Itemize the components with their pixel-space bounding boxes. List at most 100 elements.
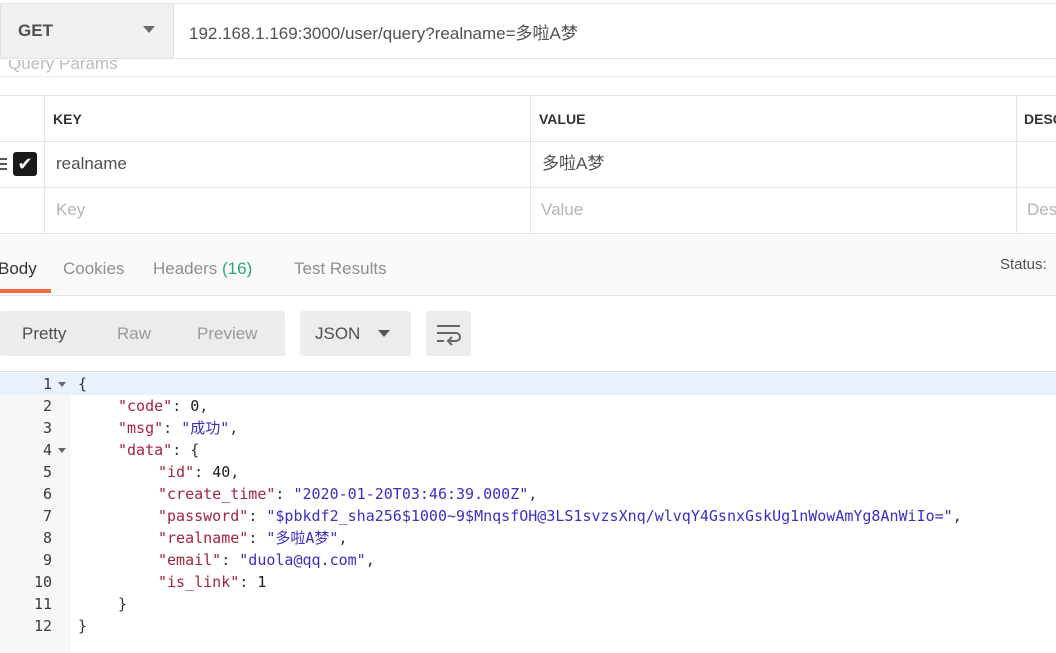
json-punctuation: :: [221, 551, 240, 569]
fold-toggle-icon[interactable]: [58, 448, 66, 453]
tab-test-results[interactable]: Test Results: [294, 259, 387, 279]
code-text: "id": 40,: [158, 461, 239, 483]
json-punctuation: }: [78, 617, 88, 635]
tab-headers[interactable]: Headers (16): [153, 259, 252, 279]
json-key: "realname": [158, 529, 249, 547]
new-description-input[interactable]: Des: [1027, 187, 1056, 233]
request-bar: GET 192.168.1.169:3000/user/query?realna…: [0, 0, 1056, 62]
divider: [530, 95, 531, 234]
new-value-input[interactable]: Value: [541, 187, 583, 233]
code-text: "email": "duola@qq.com",: [158, 549, 375, 571]
response-tabs: Body Cookies Headers (16) Test Results S…: [0, 234, 1056, 296]
json-string: "duola@qq.com": [239, 551, 366, 569]
view-mode-group: Pretty Raw Preview: [0, 311, 285, 356]
divider: [1016, 95, 1017, 234]
column-header-value: VALUE: [539, 111, 586, 127]
divider: [0, 187, 1056, 188]
drag-handle-icon[interactable]: [0, 158, 7, 173]
wrap-lines-icon: [437, 325, 461, 346]
format-label: JSON: [315, 324, 361, 343]
code-text: "realname": "多啦A梦",: [158, 527, 348, 549]
line-number: 9: [42, 551, 52, 569]
json-key: "data": [118, 441, 173, 459]
param-enabled-checkbox[interactable]: ✔: [13, 152, 37, 176]
line-number: 12: [33, 617, 52, 635]
response-body-editor[interactable]: 1{ 2 "code": 0, 3 "msg": "成功", 4 "data": {5 "id…: [0, 371, 1056, 653]
query-params-label: Query Params: [8, 60, 118, 73]
json-number: 40: [212, 463, 231, 481]
line-number: 2: [42, 397, 52, 415]
new-key-input[interactable]: Key: [56, 187, 85, 233]
json-punctuation: :: [239, 573, 258, 591]
line-number: 10: [33, 573, 52, 591]
pretty-button[interactable]: Pretty: [22, 311, 66, 356]
json-number: 1: [257, 573, 267, 591]
json-punctuation: :: [172, 397, 191, 415]
chevron-down-icon: [143, 26, 155, 33]
json-punctuation: :: [194, 463, 213, 481]
code-line: 9 "email": "duola@qq.com",: [0, 549, 1056, 571]
url-input[interactable]: 192.168.1.169:3000/user/query?realname=多…: [174, 3, 1056, 59]
line-number: 3: [42, 419, 52, 437]
code-line: 8 "realname": "多啦A梦",: [0, 527, 1056, 549]
json-punctuation: ,: [338, 529, 348, 547]
json-key: "msg": [118, 419, 164, 437]
json-punctuation: ,: [230, 463, 240, 481]
json-punctuation: :: [248, 529, 267, 547]
json-key: "is_link": [158, 573, 240, 591]
status-label: Status:: [1000, 256, 1047, 273]
json-punctuation: ,: [229, 419, 239, 437]
column-header-description: DESC: [1024, 111, 1056, 127]
method-label: GET: [18, 21, 53, 40]
line-number: 8: [42, 529, 52, 547]
code-text: }: [118, 593, 127, 615]
preview-button[interactable]: Preview: [197, 311, 257, 356]
code-line: 5 "id": 40,: [0, 461, 1056, 483]
format-select[interactable]: JSON: [300, 311, 411, 356]
code-text: }: [78, 615, 87, 637]
json-punctuation: :: [163, 419, 182, 437]
json-punctuation: ,: [528, 485, 538, 503]
json-punctuation: :: [275, 485, 294, 503]
divider: [44, 95, 45, 234]
raw-button[interactable]: Raw: [117, 311, 151, 356]
params-table: KEY VALUE DESC ✔ realname 多啦A梦 Key Value…: [0, 95, 1056, 234]
json-number: 0: [190, 397, 200, 415]
json-punctuation: {: [78, 375, 88, 393]
json-string: "多啦A梦": [266, 529, 339, 547]
json-punctuation: :: [248, 507, 267, 525]
line-number: 7: [42, 507, 52, 525]
method-select[interactable]: GET: [0, 3, 174, 59]
json-key: "create_time": [158, 485, 276, 503]
divider: [0, 76, 1056, 77]
active-tab-indicator: [0, 289, 51, 293]
code-line: 12}: [0, 615, 1056, 637]
code-line: 7 "password": "$pbkdf2_sha256$1000~9$Mnqs…: [0, 505, 1056, 527]
divider: [0, 95, 1056, 96]
line-number: 11: [33, 595, 52, 613]
code-line: 1{: [0, 373, 1056, 395]
json-punctuation: ,: [199, 397, 209, 415]
code-line: 11}: [0, 593, 1056, 615]
chevron-down-icon: [378, 330, 390, 337]
json-key: "email": [158, 551, 222, 569]
param-key-cell[interactable]: realname: [56, 141, 127, 187]
json-key: "code": [118, 397, 173, 415]
code-text: "msg": "成功",: [118, 417, 238, 439]
column-header-key: KEY: [53, 111, 82, 127]
line-number: 4: [42, 441, 52, 459]
tab-body[interactable]: Body: [0, 259, 37, 279]
line-number: 1: [42, 375, 52, 393]
json-key: "password": [158, 507, 249, 525]
fold-toggle-icon[interactable]: [58, 382, 66, 387]
code-line: 3 "msg": "成功",: [0, 417, 1056, 439]
headers-count-badge: (16): [222, 259, 253, 278]
code-line: 4 "data": {: [0, 439, 1056, 461]
param-value-cell[interactable]: 多啦A梦: [542, 141, 604, 187]
tab-cookies[interactable]: Cookies: [63, 259, 124, 279]
url-text: 192.168.1.169:3000/user/query?realname=多…: [189, 23, 578, 43]
code-text: {: [78, 373, 87, 395]
code-text: "password": "$pbkdf2_sha256$1000~9$Mnqsf…: [158, 505, 962, 527]
wrap-lines-button[interactable]: [426, 311, 471, 356]
json-string: "2020-01-20T03:46:39.000Z": [293, 485, 529, 503]
